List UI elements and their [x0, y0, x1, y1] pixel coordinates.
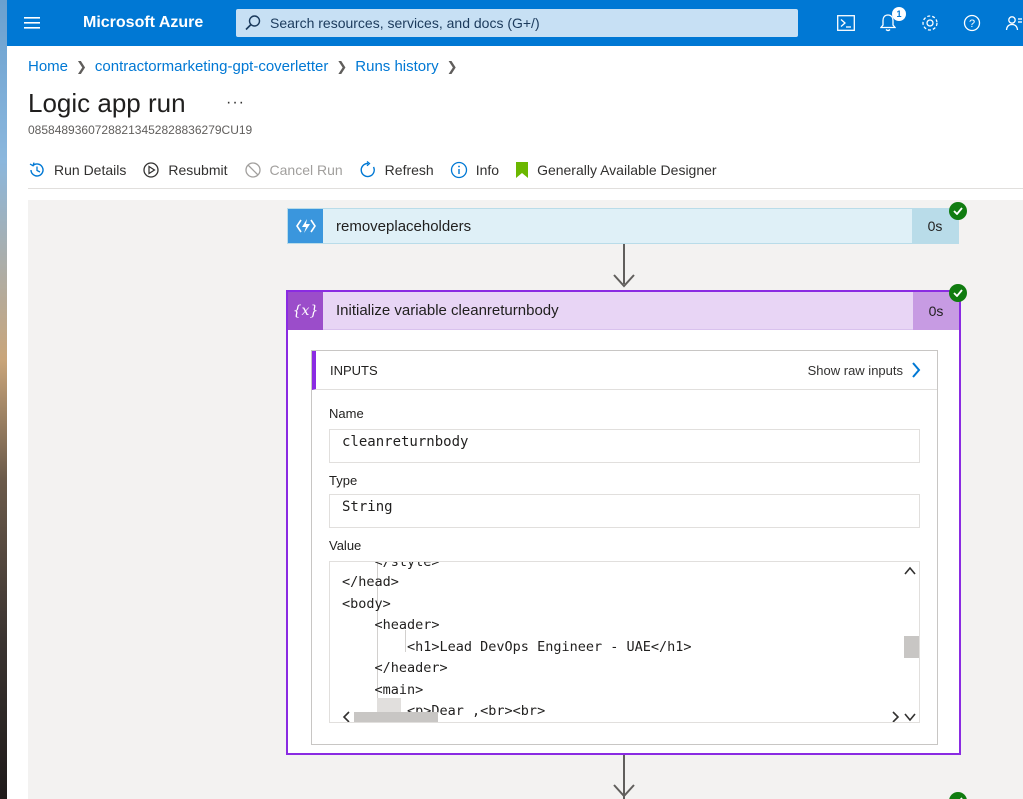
chevron-right-icon: ❯ — [446, 58, 458, 74]
resubmit-icon — [143, 162, 160, 178]
step-title: Initialize variable cleanreturnbody — [336, 302, 559, 319]
breadcrumb-logic-app[interactable]: contractormarketing-gpt-coverletter — [95, 58, 328, 75]
svg-text:?: ? — [969, 18, 975, 30]
inputs-panel: INPUTS Show raw inputs Name cleanreturnb… — [311, 350, 938, 745]
feedback-icon[interactable] — [993, 0, 1023, 46]
step-removeplaceholders[interactable]: removeplaceholders 0s — [287, 208, 959, 244]
gear-icon[interactable] — [909, 0, 951, 46]
type-label: Type — [329, 473, 358, 488]
chevron-down-icon[interactable] — [903, 712, 917, 722]
info-label: Info — [475, 162, 500, 178]
cloud-shell-icon[interactable] — [825, 0, 867, 46]
run-details-label: Run Details — [54, 162, 127, 178]
code-line: <body> — [342, 596, 391, 612]
function-icon — [288, 209, 323, 243]
breadcrumb: Home ❯ contractormarketing-gpt-coverlett… — [28, 58, 466, 75]
value-label: Value — [329, 538, 362, 553]
info-button[interactable]: Info — [450, 161, 499, 179]
refresh-button[interactable]: Refresh — [359, 161, 434, 179]
command-bar: Run Details Resubmit Cancel Run Refresh … — [28, 156, 733, 184]
menu-icon[interactable] — [7, 0, 57, 46]
run-details-button[interactable]: Run Details — [28, 161, 126, 179]
chevron-up-icon[interactable] — [903, 566, 917, 576]
step-initialize-variable[interactable]: {x} Initialize variable cleanreturnbody … — [286, 290, 961, 755]
notification-badge: 1 — [892, 7, 906, 21]
help-icon[interactable]: ? — [951, 0, 993, 46]
value-code-viewer[interactable]: </style> </head> <body> <header> <h1>Lea… — [329, 561, 920, 723]
desktop-background — [0, 0, 7, 799]
inputs-heading: INPUTS — [330, 362, 378, 378]
bookmark-icon — [516, 162, 529, 178]
success-check-icon — [949, 202, 967, 220]
search-icon — [245, 15, 261, 31]
inputs-header: INPUTS Show raw inputs — [312, 351, 937, 390]
chevron-right-icon — [912, 362, 921, 378]
horizontal-scrollbar-thumb[interactable] — [354, 712, 438, 722]
success-check-icon — [949, 284, 967, 302]
chevron-right-icon: ❯ — [336, 58, 348, 74]
toolbar-divider — [28, 188, 1023, 189]
breadcrumb-runs-history[interactable]: Runs history — [355, 58, 438, 75]
search-input[interactable] — [270, 15, 770, 31]
bell-icon[interactable]: 1 — [867, 0, 909, 46]
info-icon — [450, 161, 467, 179]
cancel-run-label: Cancel Run — [269, 162, 343, 178]
chevron-right-icon[interactable] — [890, 711, 900, 723]
name-field[interactable]: cleanreturnbody — [329, 429, 920, 463]
cancel-run-button[interactable]: Cancel Run — [244, 161, 343, 179]
show-raw-inputs-link[interactable]: Show raw inputs — [808, 362, 921, 378]
designer-button[interactable]: Generally Available Designer — [515, 161, 717, 179]
chevron-right-icon: ❯ — [76, 58, 87, 74]
vertical-scrollbar-thumb[interactable] — [904, 636, 919, 658]
code-line: </header> — [342, 660, 448, 676]
variable-icon: {x} — [288, 291, 323, 330]
designer-label: Generally Available Designer — [537, 162, 717, 178]
breadcrumb-home[interactable]: Home — [28, 58, 68, 75]
step-header[interactable]: {x} Initialize variable cleanreturnbody … — [288, 291, 959, 330]
cancel-icon — [244, 162, 261, 178]
azure-top-bar: Microsoft Azure 1 ? — [7, 0, 1023, 46]
resubmit-button[interactable]: Resubmit — [142, 161, 228, 179]
show-raw-inputs-label: Show raw inputs — [807, 362, 903, 378]
code-line: <header> — [342, 617, 440, 633]
step-title: removeplaceholders — [336, 217, 472, 235]
page-title: Logic app run — [28, 88, 186, 118]
code-line: </head> — [342, 574, 399, 590]
global-search[interactable] — [236, 9, 798, 37]
portal-brand[interactable]: Microsoft Azure — [57, 14, 237, 32]
top-bar-icons: 1 ? — [825, 0, 1023, 46]
refresh-icon — [360, 161, 375, 178]
refresh-label: Refresh — [384, 162, 434, 178]
name-label: Name — [329, 406, 364, 421]
history-icon — [29, 162, 44, 177]
chevron-left-icon[interactable] — [342, 711, 352, 723]
code-line: <main> — [342, 682, 424, 698]
code-line: <h1>Lead DevOps Engineer - UAE</h1> — [342, 639, 692, 655]
designer-canvas[interactable]: removeplaceholders 0s {x} Initialize var… — [28, 200, 1023, 799]
success-check-icon — [949, 792, 967, 799]
more-options-button[interactable]: ··· — [226, 94, 245, 112]
arrow-down-icon — [613, 274, 635, 288]
run-id: 08584893607288213452828836279CU19 — [28, 123, 253, 137]
arrow-down-icon — [613, 784, 635, 798]
type-field[interactable]: String — [329, 494, 920, 528]
resubmit-label: Resubmit — [168, 162, 228, 178]
